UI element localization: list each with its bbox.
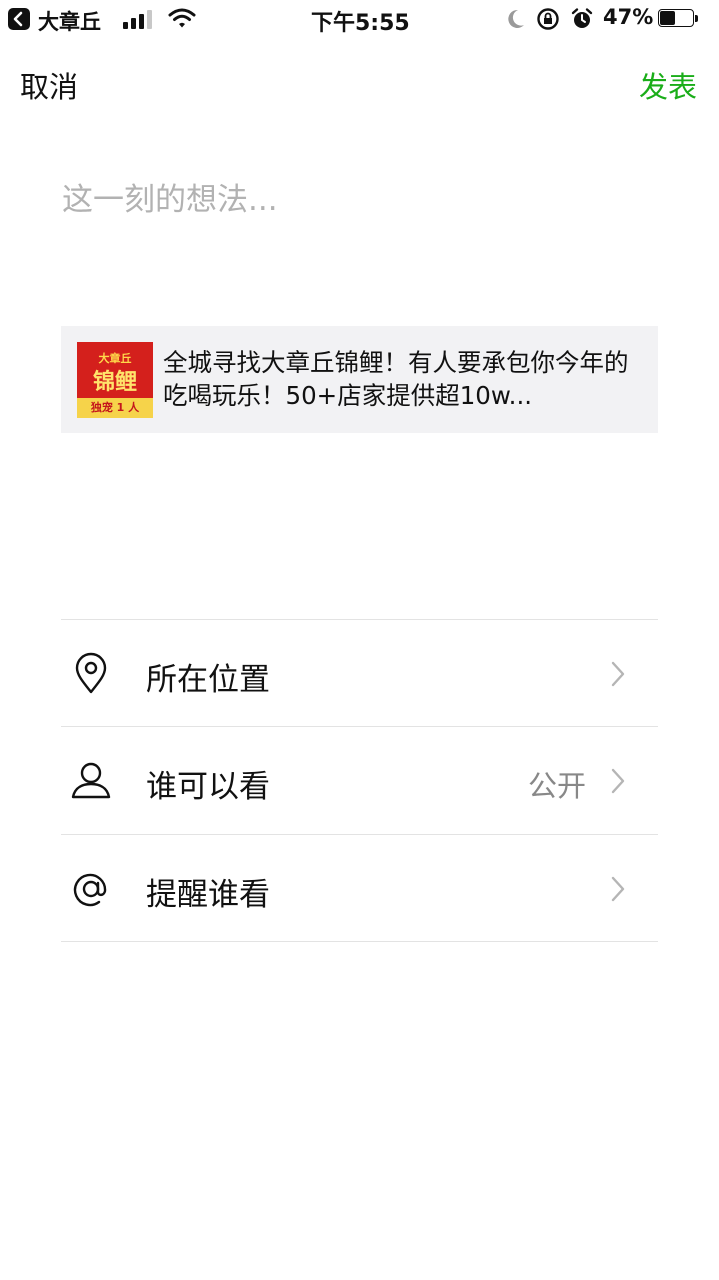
option-label: 提醒谁看 xyxy=(146,877,270,913)
chevron-right-icon xyxy=(611,768,625,794)
back-to-app-icon[interactable] xyxy=(8,8,30,30)
chevron-right-icon xyxy=(611,661,625,687)
battery-icon xyxy=(658,9,700,29)
moment-text-input[interactable]: 这一刻的想法... xyxy=(62,174,658,294)
option-location[interactable]: 所在位置 xyxy=(61,620,658,726)
option-value: 公开 xyxy=(527,769,586,803)
alarm-clock-icon xyxy=(571,8,593,28)
option-visibility[interactable]: 谁可以看 公开 xyxy=(61,727,658,833)
option-label: 所在位置 xyxy=(146,662,270,698)
cellular-signal-icon xyxy=(123,10,152,29)
thumbnail-bottom-text: 独宠 1 人 xyxy=(77,398,153,418)
carrier-name[interactable]: 大章丘 xyxy=(38,6,101,36)
thumbnail-main-text: 锦鲤 xyxy=(92,370,137,395)
at-sign-icon xyxy=(73,873,107,907)
chevron-right-icon xyxy=(611,876,625,902)
link-thumbnail: 大章丘 锦鲤 独宠 1 人 xyxy=(77,342,153,418)
rotation-lock-icon xyxy=(537,8,559,30)
option-label: 谁可以看 xyxy=(146,769,270,805)
shared-link-card[interactable]: 大章丘 锦鲤 独宠 1 人 全城寻找大章丘锦鲤！有人要承包你今年的吃喝玩乐！50… xyxy=(61,326,658,433)
wifi-icon xyxy=(168,8,196,28)
do-not-disturb-moon-icon xyxy=(508,9,524,28)
link-title: 全城寻找大章丘锦鲤！有人要承包你今年的吃喝玩乐！50+店家提供超10w... xyxy=(163,348,629,410)
clock-time: 下午5:55 xyxy=(311,11,410,36)
battery-percentage: 47% xyxy=(603,5,654,29)
divider xyxy=(61,941,658,942)
location-pin-icon xyxy=(75,652,107,694)
compose-moment-screen: 大章丘 下午5:55 47% 取消 发表 这一刻的想法... 大章丘 锦鲤 独宠… xyxy=(0,0,719,1280)
person-icon xyxy=(71,762,111,799)
cancel-button[interactable]: 取消 xyxy=(20,64,78,106)
status-bar: 大章丘 下午5:55 47% xyxy=(0,0,719,40)
publish-button[interactable]: 发表 xyxy=(639,64,697,106)
option-mention[interactable]: 提醒谁看 xyxy=(61,835,658,941)
